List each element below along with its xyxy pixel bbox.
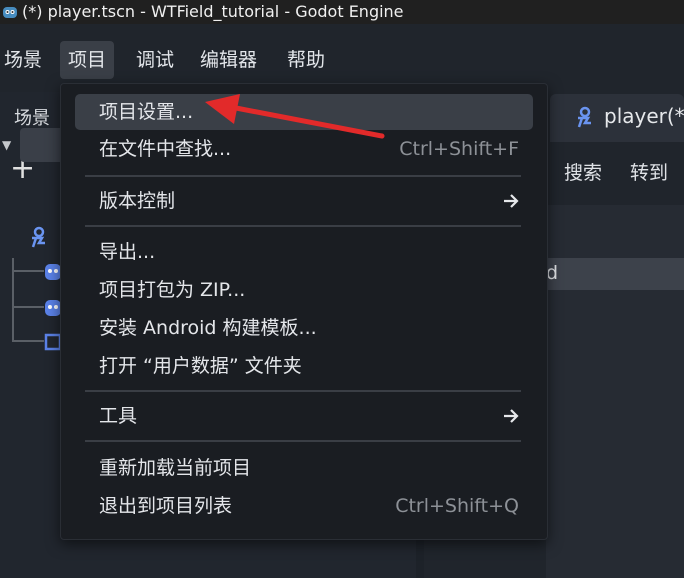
goto-menu-button[interactable]: 转到 <box>630 158 668 185</box>
window-title: (*) player.tscn - WTField_tutorial - God… <box>22 2 404 21</box>
menu-scene[interactable]: 场景 <box>0 41 50 79</box>
window-titlebar: (*) player.tscn - WTField_tutorial - God… <box>0 0 684 24</box>
menu-item-quit-to-project-list[interactable]: 退出到项目列表 Ctrl+Shift+Q <box>75 488 533 524</box>
menu-item-version-control[interactable]: 版本控制 <box>75 183 533 219</box>
menu-item-export[interactable]: 导出... <box>75 234 533 270</box>
tree-line <box>12 270 44 272</box>
menu-item-label: 工具 <box>99 405 138 427</box>
menu-item-pack-zip[interactable]: 项目打包为 ZIP... <box>75 272 533 308</box>
menu-item-label: 打开 “用户数据” 文件夹 <box>99 355 302 377</box>
menu-item-tools[interactable]: 工具 <box>75 398 533 434</box>
script-line-highlight: d <box>546 258 684 290</box>
menu-item-label: 在文件中查找... <box>99 138 232 160</box>
menu-debug[interactable]: 调试 <box>128 41 182 79</box>
menu-separator <box>85 225 521 227</box>
shortcut-label: Ctrl+Shift+Q <box>395 495 519 517</box>
main-menubar: 场景 项目 调试 编辑器 帮助 <box>0 24 684 92</box>
menu-item-install-android-template[interactable]: 安装 Android 构建模板... <box>75 310 533 346</box>
menu-item-label: 版本控制 <box>99 190 176 212</box>
menu-item-label: 项目打包为 ZIP... <box>99 279 246 301</box>
submenu-arrow-icon <box>504 194 519 208</box>
godot-logo-icon <box>3 7 17 18</box>
character-body-icon <box>31 226 45 248</box>
chevron-down-icon[interactable]: ▼ <box>2 138 11 152</box>
menu-help[interactable]: 帮助 <box>279 41 333 79</box>
project-dropdown-menu: 项目设置... 在文件中查找... Ctrl+Shift+F 版本控制 导出..… <box>60 83 548 540</box>
tree-line <box>12 340 44 342</box>
menu-item-open-user-data[interactable]: 打开 “用户数据” 文件夹 <box>75 348 533 384</box>
menu-item-label: 重新加载当前项目 <box>99 457 252 479</box>
menu-separator <box>85 390 521 392</box>
character-body-icon <box>577 106 591 128</box>
menu-item-find-in-files[interactable]: 在文件中查找... Ctrl+Shift+F <box>75 131 533 167</box>
tab-player-scene[interactable]: player(* <box>550 94 684 142</box>
tab-label: player(* <box>604 104 684 128</box>
menu-separator <box>85 175 521 177</box>
menu-item-label: 退出到项目列表 <box>99 495 233 517</box>
shortcut-label: Ctrl+Shift+F <box>399 138 519 160</box>
menu-item-project-settings[interactable]: 项目设置... <box>75 94 533 130</box>
menu-item-label: 项目设置... <box>99 101 194 123</box>
menu-project[interactable]: 项目 <box>60 41 115 79</box>
tree-line <box>12 306 44 308</box>
scene-dock-tab[interactable]: 场景 <box>14 104 50 130</box>
menu-item-reload-project[interactable]: 重新加载当前项目 <box>75 450 533 486</box>
menu-separator <box>85 440 521 442</box>
menu-item-label: 安装 Android 构建模板... <box>99 317 317 339</box>
menu-editor[interactable]: 编辑器 <box>192 41 265 79</box>
submenu-arrow-icon <box>504 409 519 423</box>
menu-item-label: 导出... <box>99 241 156 263</box>
search-menu-button[interactable]: 搜索 <box>564 158 602 185</box>
